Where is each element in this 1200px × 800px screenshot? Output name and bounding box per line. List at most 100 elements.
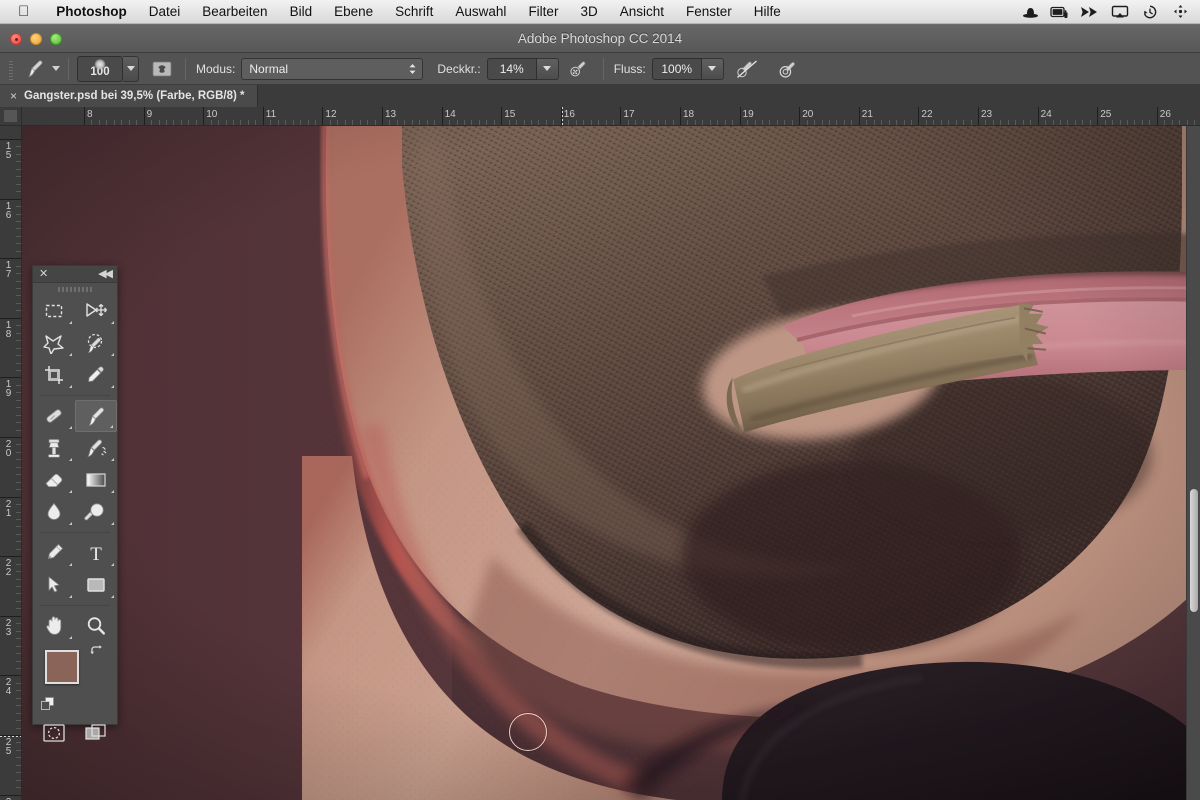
horizontal-type-tool[interactable]: T <box>75 537 117 569</box>
eraser-tool[interactable] <box>33 464 75 496</box>
time-machine-clock-icon[interactable] <box>1136 0 1164 24</box>
options-bar-grip[interactable] <box>6 57 16 80</box>
ruler-tick-major <box>0 377 21 379</box>
ruler-tick-minor <box>1045 120 1047 125</box>
ruler-tick-minor <box>717 120 719 125</box>
close-window-button[interactable] <box>10 32 22 45</box>
opacity-input[interactable]: 14% <box>486 57 537 80</box>
airbrush-icon[interactable] <box>567 57 593 81</box>
scrollbar-thumb[interactable] <box>1190 489 1198 612</box>
menu-item-bild[interactable]: Bild <box>279 4 324 19</box>
collapse-panel-icon[interactable]: ◀◀ <box>98 268 113 280</box>
screen-mode-icon[interactable] <box>75 716 117 750</box>
hand-tool[interactable] <box>33 610 75 642</box>
ruler-tick-minor <box>300 120 302 125</box>
ruler-guide-marker <box>0 736 21 737</box>
foreground-color-swatch[interactable] <box>45 650 79 684</box>
zoom-tool[interactable] <box>75 610 117 642</box>
airplay-display-icon[interactable] <box>1106 0 1134 24</box>
ruler-tick-minor <box>16 697 21 699</box>
brush-tool-flyout-chevron-down-icon[interactable] <box>52 66 60 71</box>
menu-item-ebene[interactable]: Ebene <box>323 4 384 19</box>
ruler-tick-minor <box>538 120 540 125</box>
quick-selection-tool[interactable] <box>75 327 117 359</box>
ruler-tick-major <box>84 107 85 125</box>
vertical-ruler[interactable]: 151617181920212223242526 <box>0 126 22 800</box>
close-icon[interactable]: × <box>10 90 17 102</box>
brush-panel-toggle-icon[interactable] <box>149 57 175 81</box>
spot-healing-brush-tool[interactable] <box>33 400 75 432</box>
ruler-tick-minor <box>1194 120 1196 125</box>
default-colors-icon[interactable] <box>41 697 54 710</box>
macos-menu-bar:  Photoshop Datei Bearbeiten Bild Ebene … <box>0 0 1200 24</box>
ruler-origin-corner[interactable] <box>0 107 22 126</box>
menu-item-hilfe[interactable]: Hilfe <box>743 4 792 19</box>
swap-colors-icon[interactable] <box>90 644 105 658</box>
opacity-control[interactable]: 14% <box>486 57 559 80</box>
history-brush-tool[interactable] <box>75 432 117 464</box>
horizontal-ruler[interactable]: 89101112131415161718192021222324252627 <box>22 107 1200 126</box>
ruler-tick-minor <box>16 548 21 550</box>
gradient-tool[interactable] <box>75 464 117 496</box>
menu-item-bearbeiten[interactable]: Bearbeiten <box>191 4 278 19</box>
tools-panel-header[interactable]: ✕ ◀◀ <box>33 266 117 283</box>
flow-control[interactable]: 100% <box>651 57 724 80</box>
menu-item-ansicht[interactable]: Ansicht <box>609 4 675 19</box>
menu-item-fenster[interactable]: Fenster <box>675 4 743 19</box>
ruler-tick-minor <box>1127 120 1128 125</box>
zoom-window-button[interactable] <box>50 32 62 45</box>
close-icon[interactable]: ✕ <box>39 268 48 280</box>
canvas-vertical-scrollbar[interactable] <box>1186 126 1200 800</box>
apple-logo-icon[interactable]:  <box>18 4 29 19</box>
ruler-tick-major <box>0 258 21 260</box>
blur-tool[interactable] <box>33 496 75 528</box>
clone-stamp-tool[interactable] <box>33 432 75 464</box>
battery-charging-icon[interactable] <box>1046 0 1074 24</box>
menu-item-datei[interactable]: Datei <box>138 4 192 19</box>
image-canvas[interactable] <box>22 126 1200 800</box>
menu-item-3d[interactable]: 3D <box>569 4 608 19</box>
pressure-controls-size-icon[interactable] <box>776 57 802 81</box>
pressure-controls-opacity-icon[interactable] <box>734 57 760 81</box>
menu-item-auswahl[interactable]: Auswahl <box>444 4 517 19</box>
lasso-tool[interactable] <box>33 327 75 359</box>
brush-tool[interactable] <box>75 400 117 432</box>
flow-chevron-down-icon[interactable] <box>701 57 724 80</box>
menu-item-photoshop[interactable]: Photoshop <box>45 4 138 19</box>
bowler-hat-icon[interactable] <box>1016 0 1044 24</box>
document-tab[interactable]: × Gangster.psd bei 39,5% (Farbe, RGB/8) … <box>0 85 258 107</box>
ruler-tick-minor <box>642 120 644 125</box>
move-tool[interactable] <box>75 295 117 327</box>
eyedropper-tool[interactable] <box>75 359 117 391</box>
pen-tool[interactable] <box>33 537 75 569</box>
move-arrows-icon[interactable] <box>1166 0 1194 24</box>
dodge-tool[interactable] <box>75 496 117 528</box>
rectangle-shape-tool[interactable] <box>75 569 117 601</box>
crop-tool[interactable] <box>33 359 75 391</box>
ruler-tick-minor <box>374 120 376 125</box>
ruler-tick-minor <box>776 120 778 125</box>
tools-panel-grip[interactable] <box>33 283 117 295</box>
ruler-tick-minor <box>434 120 436 125</box>
brush-preset-chevron-down-icon[interactable] <box>123 55 139 82</box>
ruler-tick-major <box>382 107 383 125</box>
ruler-tick-minor <box>16 213 21 215</box>
blend-mode-select[interactable]: Normal <box>241 57 424 80</box>
flow-input[interactable]: 100% <box>651 57 702 80</box>
ruler-tick-minor <box>16 325 21 327</box>
path-selection-tool[interactable] <box>33 569 75 601</box>
rectangular-marquee-tool[interactable] <box>33 295 75 327</box>
brush-tool-icon[interactable] <box>20 57 50 81</box>
ruler-tick-minor <box>16 608 21 610</box>
menu-item-filter[interactable]: Filter <box>517 4 569 19</box>
double-chevron-right-icon[interactable] <box>1076 0 1104 24</box>
brush-preset-picker[interactable]: 100 <box>77 55 139 82</box>
opacity-chevron-down-icon[interactable] <box>536 57 559 80</box>
quick-mask-mode-icon[interactable] <box>33 716 75 750</box>
ruler-tick-minor <box>1164 120 1166 125</box>
menu-item-schrift[interactable]: Schrift <box>384 4 444 19</box>
ruler-label: 15 <box>5 141 12 161</box>
ruler-tick-minor <box>173 120 175 125</box>
minimize-window-button[interactable] <box>30 32 42 45</box>
brush-size-display[interactable]: 100 <box>77 55 123 82</box>
